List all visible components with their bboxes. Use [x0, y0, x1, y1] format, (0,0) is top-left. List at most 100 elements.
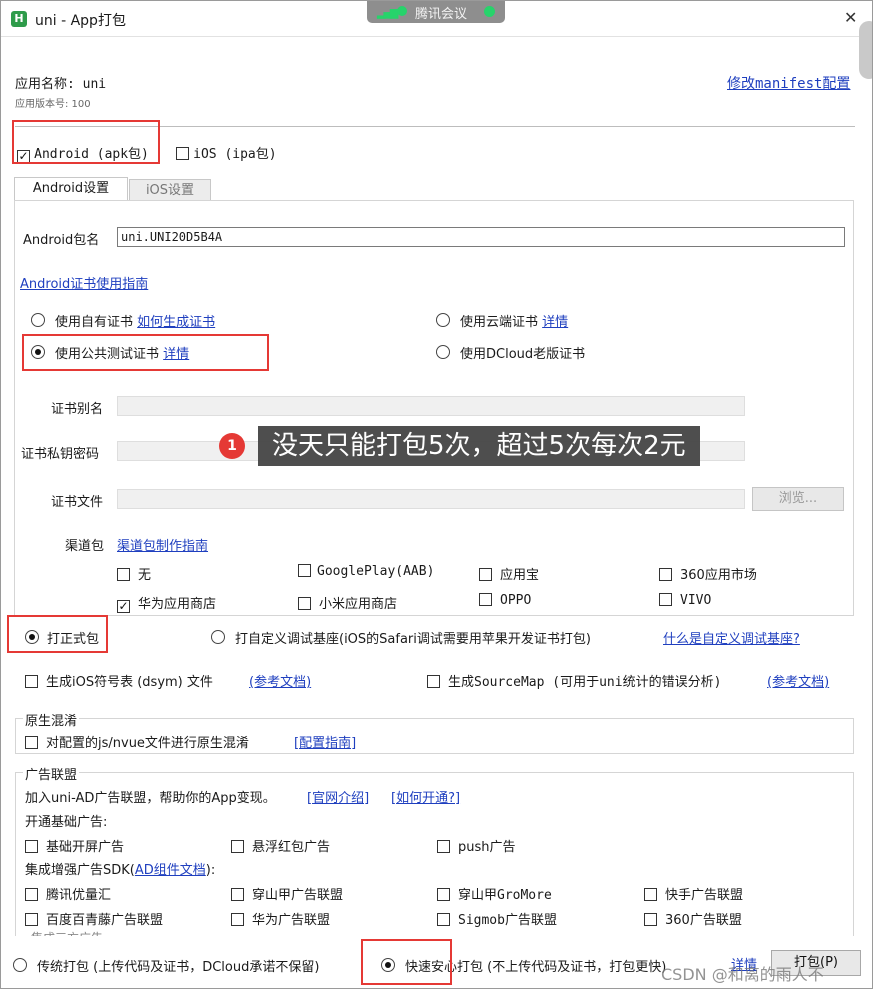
sdk-ad-kuaishou[interactable]: 快手广告联盟: [644, 884, 743, 903]
sourcemap-checkbox[interactable]: 生成SourceMap (可用于uni统计的错误分析): [427, 671, 721, 690]
channel-huawei[interactable]: 华为应用商店: [117, 593, 216, 613]
ads-intro-link[interactable]: [官网介绍]: [307, 787, 369, 806]
checkbox-icon: [25, 675, 38, 688]
channel-vivo[interactable]: VIVO: [659, 593, 711, 608]
checkbox-icon: [479, 593, 492, 606]
edge-scroll-handle[interactable]: [859, 21, 872, 79]
sdk-ad-huawei[interactable]: 华为广告联盟: [231, 909, 330, 928]
radio-icon: [436, 345, 450, 359]
ios-platform-label: iOS (ipa包): [193, 147, 277, 162]
ad-item-label: 穿山甲广告联盟: [252, 888, 344, 903]
cert-guide-link[interactable]: Android证书使用指南: [20, 273, 148, 292]
ads-intro: 加入uni-AD广告联盟，帮助你的App变现。: [25, 791, 276, 806]
cert-option-label: 使用自有证书: [55, 315, 134, 330]
sourcemap-doc-link[interactable]: (参考文档): [767, 671, 829, 690]
channel-item-label: 小米应用商店: [319, 597, 398, 612]
ios-platform-checkbox[interactable]: iOS (ipa包): [176, 143, 277, 162]
radio-icon: [31, 313, 45, 327]
checkbox-icon: [437, 888, 450, 901]
checkbox-icon: [298, 597, 311, 610]
obfuscation-guide-link[interactable]: [配置指南]: [294, 732, 356, 751]
obfuscation-checkbox[interactable]: 对配置的js/nvue文件进行原生混淆: [25, 732, 249, 751]
ads-title: 广告联盟: [23, 764, 80, 783]
channel-oppo[interactable]: OPPO: [479, 593, 531, 608]
cloud-cert-detail-link[interactable]: 详情: [542, 315, 568, 330]
cert-option-label: 使用DCloud老版证书: [460, 347, 586, 362]
sdk-ad-tencent[interactable]: 腾讯优量汇: [25, 884, 111, 903]
dsym-checkbox[interactable]: 生成iOS符号表 (dsym) 文件: [25, 671, 213, 690]
channel-yingyongbao[interactable]: 应用宝: [479, 564, 539, 583]
channel-none[interactable]: 无: [117, 564, 151, 583]
sdk-ad-gromore[interactable]: 穿山甲GroMore: [437, 884, 552, 903]
cert-option-cloud[interactable]: 使用云端证书 详情: [436, 311, 568, 330]
channel-item-label: 无: [138, 568, 152, 583]
channel-item-label: VIVO: [680, 593, 712, 608]
package-name-input[interactable]: uni.UNI20D5B4A: [117, 227, 845, 247]
radio-icon: [211, 630, 225, 644]
ad-item-label: 穿山甲GroMore: [458, 888, 552, 903]
checkbox-icon: [659, 568, 672, 581]
sdk-title-prefix: 集成增强广告SDK(: [25, 863, 135, 878]
ad-item-label: 百度百青藤广告联盟: [46, 913, 164, 928]
csdn-watermark: CSDN @和离的雨人不: [661, 965, 824, 984]
sdk-title-suffix: ):: [205, 863, 216, 878]
sourcemap-label: 生成SourceMap (可用于uni统计的错误分析): [448, 675, 722, 690]
channel-xiaomi[interactable]: 小米应用商店: [298, 593, 397, 612]
checkbox-icon: [25, 913, 38, 926]
browse-button[interactable]: 浏览...: [752, 487, 844, 511]
traditional-pack-radio[interactable]: 传统打包 (上传代码及证书，DCloud承诺不保留): [13, 956, 319, 975]
highlight-box: [7, 615, 108, 653]
checkbox-icon: [25, 888, 38, 901]
edit-manifest-link[interactable]: 修改manifest配置: [727, 73, 850, 93]
cert-password-label: 证书私钥密码: [21, 447, 100, 462]
checkbox-icon: [644, 888, 657, 901]
dsym-label: 生成iOS符号表 (dsym) 文件: [46, 675, 213, 690]
basic-ad-push[interactable]: push广告: [437, 836, 516, 855]
app-name-label: 应用名称: uni: [15, 77, 107, 92]
tab-ios-settings[interactable]: iOS设置: [129, 179, 211, 201]
cert-alias-label: 证书别名: [51, 402, 104, 417]
basic-ad-float-redpacket[interactable]: 悬浮红包广告: [231, 836, 330, 855]
channel-360[interactable]: 360应用市场: [659, 564, 757, 583]
cert-alias-input[interactable]: [117, 396, 745, 416]
cert-option-dcloud-legacy[interactable]: 使用DCloud老版证书: [436, 343, 585, 362]
ad-item-label: 快手广告联盟: [665, 888, 744, 903]
ad-item-label: 腾讯优量汇: [46, 888, 112, 903]
checkbox-icon: [437, 840, 450, 853]
sdk-ad-baidu[interactable]: 百度百青藤广告联盟: [25, 909, 163, 928]
checkbox-icon: [231, 913, 244, 926]
ad-component-doc-link[interactable]: AD组件文档: [135, 863, 206, 878]
cert-file-input[interactable]: [117, 489, 745, 509]
checkbox-icon: [298, 564, 311, 577]
sdk-ad-sigmob[interactable]: Sigmob广告联盟: [437, 909, 557, 928]
build-custom-label: 打自定义调试基座(iOS的Safari调试需要用苹果开发证书打包): [235, 632, 591, 647]
window-title: uni - App打包: [35, 13, 126, 29]
cert-option-own[interactable]: 使用自有证书 如何生成证书: [31, 311, 215, 330]
basic-ad-splash[interactable]: 基础开屏广告: [25, 836, 124, 855]
close-icon[interactable]: ✕: [844, 8, 857, 27]
dsym-doc-link[interactable]: (参考文档): [249, 671, 311, 690]
annotation-tooltip: 没天只能打包5次，超过5次每次2元: [258, 426, 700, 466]
build-custom-base-radio[interactable]: 打自定义调试基座(iOS的Safari调试需要用苹果开发证书打包): [211, 628, 591, 647]
app-version-label: 应用版本号: 100: [15, 99, 91, 110]
step-badge: 1: [219, 433, 245, 459]
meeting-overlay[interactable]: ▂▄▆ 腾讯会议: [367, 1, 505, 23]
checkbox-icon: [117, 600, 130, 613]
checkbox-icon: [479, 568, 492, 581]
sdk-ad-pangle[interactable]: 穿山甲广告联盟: [231, 884, 343, 903]
obfuscation-title: 原生混淆: [23, 710, 80, 729]
package-name-label: Android包名: [23, 233, 100, 248]
channel-guide-link[interactable]: 渠道包制作指南: [117, 535, 208, 554]
checkbox-icon: [437, 913, 450, 926]
channel-item-label: 华为应用商店: [138, 597, 217, 612]
sdk-ad-360[interactable]: 360广告联盟: [644, 909, 742, 928]
checkbox-icon: [25, 840, 38, 853]
ad-item-label: Sigmob广告联盟: [458, 913, 557, 928]
checkbox-icon: [644, 913, 657, 926]
channel-googleplay[interactable]: GooglePlay(AAB): [298, 564, 434, 579]
how-generate-cert-link[interactable]: 如何生成证书: [137, 315, 215, 330]
tab-android-settings[interactable]: Android设置: [14, 177, 128, 201]
checkbox-icon: [231, 840, 244, 853]
custom-base-help-link[interactable]: 什么是自定义调试基座?: [663, 628, 800, 647]
ads-howto-link[interactable]: [如何开通?]: [391, 787, 460, 806]
